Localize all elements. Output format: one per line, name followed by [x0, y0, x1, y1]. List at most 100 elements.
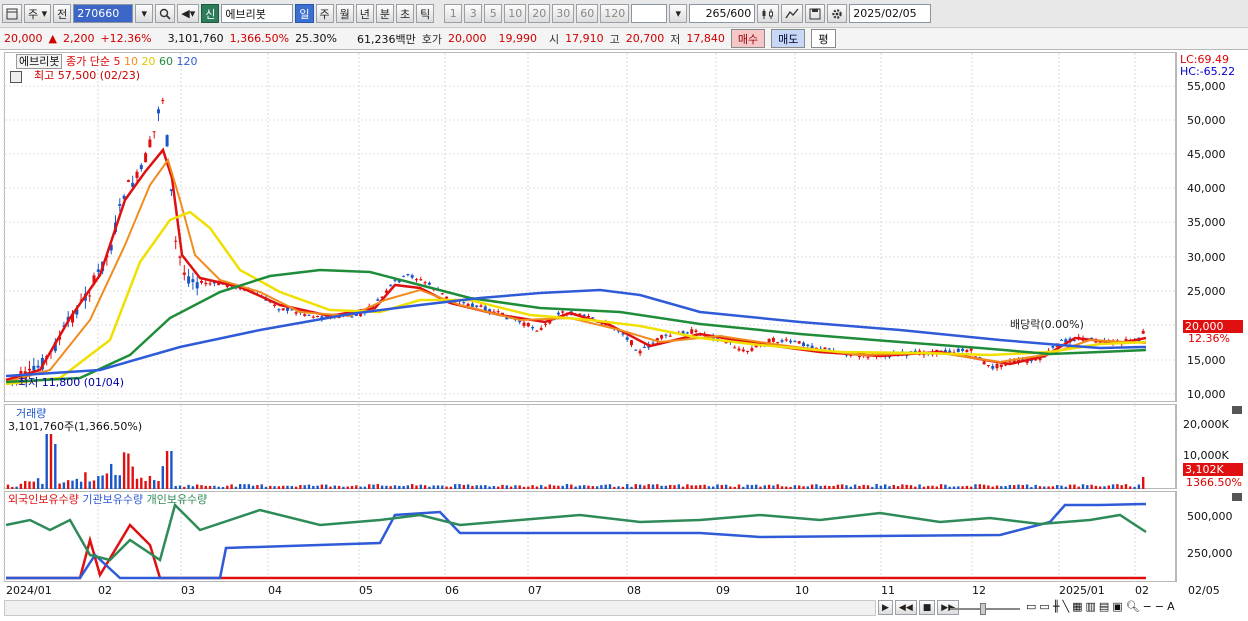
interval-1-button[interactable]: 1 — [444, 4, 463, 23]
x-label-06: 06 — [445, 584, 459, 597]
volume-panel[interactable] — [4, 404, 1176, 489]
y-tick-55000: 55,000 — [1187, 80, 1226, 93]
collapse-icon[interactable]: − — [1155, 600, 1164, 613]
gear-icon[interactable] — [827, 4, 848, 23]
rewind-icon[interactable]: ◀◀ — [894, 600, 917, 615]
x-label-12: 12 — [972, 584, 986, 597]
turnover-rate: 25.30% — [295, 32, 338, 45]
x-axis-area: 2024/01 02 03 04 05 06 07 08 09 10 11 12… — [0, 582, 1248, 621]
interval-30-button[interactable]: 30 — [552, 4, 575, 23]
dividend-annotation: 배당락(0.00%) — [1010, 318, 1084, 331]
market-type-label: 주 — [28, 7, 39, 21]
zoom-icon[interactable]: 🔍︎ — [1126, 600, 1140, 613]
period-second-tab[interactable]: 초 — [396, 4, 415, 23]
volume-tick-10000k: 10,000K — [1183, 449, 1229, 462]
price-change-pct: +12.36% — [100, 32, 152, 45]
print-icon[interactable]: ▣ — [1112, 600, 1122, 613]
stock-badge: 신 — [201, 4, 220, 23]
current-price: 20,000 — [4, 32, 43, 45]
interval-20-button[interactable]: 20 — [528, 4, 551, 23]
period-week-tab[interactable]: 주 — [315, 4, 334, 23]
horizontal-scrollbar[interactable] — [4, 600, 876, 616]
line-draw-icon[interactable]: ╲ — [1062, 600, 1069, 613]
period-minute-tab[interactable]: 분 — [375, 4, 395, 23]
split-icon[interactable]: ▥ — [1085, 600, 1095, 613]
nav-controls: ▶ ◀◀ ■ ▶▶ — [878, 600, 960, 615]
draw-tool-icon[interactable] — [781, 4, 804, 23]
custom-interval-input[interactable] — [631, 4, 668, 23]
zoom-out-icon[interactable]: − — [1143, 600, 1152, 613]
x-label-02b: 02 — [1135, 584, 1149, 597]
bid-label: 호가 — [421, 32, 442, 46]
stock-code-input[interactable]: 270660 — [73, 4, 134, 23]
y-tick-25000: 25,000 — [1187, 285, 1226, 298]
avg-button[interactable]: 평 — [811, 29, 836, 48]
bid-price: 19,990 — [498, 32, 538, 45]
speaker-icon[interactable]: ◀▾ — [177, 4, 200, 23]
trade-amount: 61,236백만 — [357, 32, 416, 46]
period-month-tab[interactable]: 월 — [335, 4, 354, 23]
save-icon[interactable] — [805, 4, 826, 23]
min-price-annotation: 최저 11,800 (01/04) — [18, 376, 125, 389]
zoom-slider-handle[interactable] — [980, 603, 986, 615]
crosshair-icon[interactable]: ╫ — [1053, 600, 1060, 613]
y-tick-35000: 35,000 — [1187, 216, 1226, 229]
holding-close-icon[interactable] — [1232, 493, 1242, 501]
volume-close-icon[interactable] — [1232, 406, 1242, 414]
interval-dropdown-button[interactable]: ▾ — [669, 4, 688, 23]
open-label: 시 — [549, 32, 560, 46]
interval-120-button[interactable]: 120 — [600, 4, 630, 23]
font-size-icon[interactable]: A — [1167, 600, 1175, 613]
stop-icon[interactable]: ■ — [918, 600, 936, 615]
x-label-2024-01: 2024/01 — [6, 584, 52, 597]
main-toolbar: 주 ▾ 전 270660 ▾ ◀▾ 신 에브리봇 일 주 월 년 분 초 틱 1… — [0, 0, 1248, 28]
chart-window-icon[interactable] — [2, 4, 22, 23]
prev-button[interactable]: 전 — [53, 4, 72, 23]
x-label-03: 03 — [181, 584, 195, 597]
chart-tool-icons: ▭ ▭ ╫ ╲ ▦ ▥ ▤ ▣ 🔍︎ − − A — [1026, 600, 1175, 613]
open-price: 17,910 — [565, 32, 604, 45]
code-dropdown-button[interactable]: ▾ — [135, 4, 154, 23]
candle-type-icon[interactable] — [757, 4, 780, 23]
volume-last-tag: 3,102K — [1183, 463, 1243, 476]
ma120-label: 120 — [176, 55, 198, 68]
x-label-07: 07 — [528, 584, 542, 597]
scroll-right-icon[interactable]: ▶ — [878, 600, 893, 615]
high-label: 고 — [609, 32, 620, 46]
period-day-tab[interactable]: 일 — [295, 4, 314, 23]
up-arrow-icon: ▲ — [48, 32, 57, 45]
y-tick-45000: 45,000 — [1187, 148, 1226, 161]
individual-holding-label: 개인보유수량 — [146, 493, 208, 506]
stock-name-field[interactable]: 에브리봇 — [221, 4, 294, 23]
volume-value: 3,101,760 — [167, 32, 224, 45]
interval-3-button[interactable]: 3 — [464, 4, 483, 23]
interval-10-button[interactable]: 10 — [504, 4, 527, 23]
interval-5-button[interactable]: 5 — [484, 4, 503, 23]
sell-button[interactable]: 매도 — [771, 29, 806, 48]
low-price: 17,840 — [686, 32, 725, 45]
x-label-2025-01: 2025/01 — [1059, 584, 1105, 597]
x-label-02: 02 — [98, 584, 112, 597]
holding-tick-500000: 500,000 — [1187, 510, 1233, 523]
date-input[interactable]: 2025/02/05 — [849, 4, 932, 23]
market-type-select[interactable]: 주 ▾ — [24, 4, 52, 23]
interval-60-button[interactable]: 60 — [576, 4, 599, 23]
table-icon[interactable] — [10, 71, 22, 83]
x-right-label: 02/05 — [1188, 584, 1220, 597]
buy-button[interactable]: 매수 — [730, 29, 766, 48]
holding-tick-250000: 250,000 — [1187, 547, 1233, 560]
period-tick-tab[interactable]: 틱 — [416, 4, 435, 23]
price-panel[interactable] — [4, 52, 1176, 402]
low-label: 저 — [670, 32, 681, 46]
holding-axis — [1176, 491, 1244, 582]
copy-icon[interactable]: ▤ — [1099, 600, 1109, 613]
count-input[interactable]: 265/600 — [689, 4, 756, 23]
period-year-tab[interactable]: 년 — [355, 4, 374, 23]
grid-icon[interactable]: ▦ — [1072, 600, 1082, 613]
window-icon[interactable]: ▭ — [1039, 600, 1049, 613]
max-price-annotation: 최고 57,500 (02/23) — [34, 69, 141, 82]
count-value: 265 — [705, 7, 727, 20]
search-icon[interactable] — [155, 4, 176, 23]
foreign-holding-label: 외국인보유수량 — [8, 493, 79, 506]
layout-icon[interactable]: ▭ — [1026, 600, 1036, 613]
